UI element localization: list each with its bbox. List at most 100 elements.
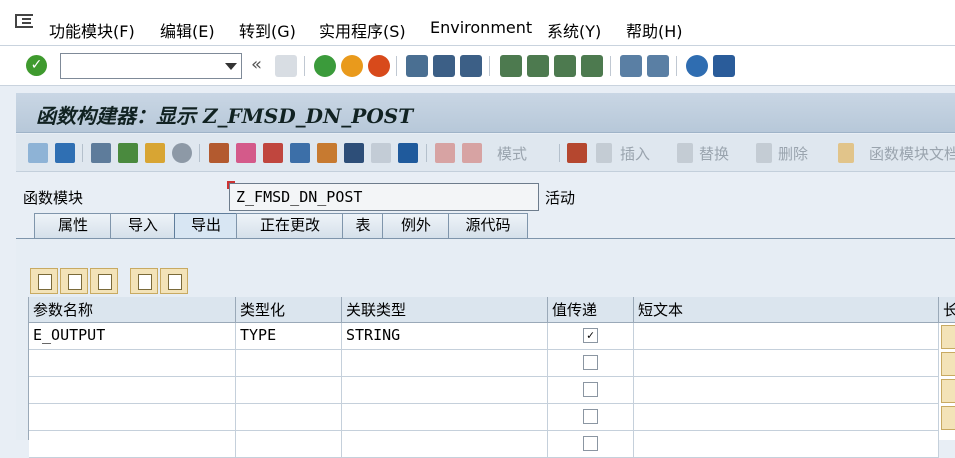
menu-help[interactable]: 帮助(H) — [626, 18, 683, 42]
shortcut-icon[interactable] — [647, 55, 669, 77]
tab-export[interactable]: 导出 — [174, 213, 238, 238]
tab-import[interactable]: 导入 — [110, 213, 176, 238]
activate-icon[interactable] — [145, 143, 165, 163]
pass-by-value-cell — [548, 404, 634, 431]
short-text-cell[interactable] — [634, 323, 939, 350]
tab-source-code[interactable]: 源代码 — [448, 213, 528, 238]
display-change-icon[interactable] — [91, 143, 111, 163]
column-header-pass-by-value[interactable]: 值传递 — [548, 297, 634, 323]
associated-type-cell[interactable] — [342, 377, 548, 404]
long-text-button[interactable] — [941, 352, 955, 376]
long-text-button[interactable] — [941, 325, 955, 349]
forward-arrow-icon[interactable] — [55, 143, 75, 163]
list-icon[interactable] — [371, 143, 391, 163]
pattern-icon[interactable] — [236, 143, 256, 163]
menu-system[interactable]: 系统(Y) — [547, 18, 601, 42]
typing-cell[interactable]: TYPE — [236, 323, 342, 350]
column-header-associated-type[interactable]: 关联类型 — [342, 297, 548, 323]
hierarchy-icon[interactable] — [317, 143, 337, 163]
function-module-field[interactable]: Z_FMSD_DN_POST — [227, 181, 539, 211]
associated-type-cell[interactable] — [342, 431, 548, 458]
short-text-cell[interactable] — [634, 431, 939, 458]
delete-icon — [756, 143, 772, 163]
replace-button[interactable]: 替换 — [699, 143, 729, 163]
last-page-icon[interactable] — [581, 55, 603, 77]
object-list-icon[interactable] — [209, 143, 229, 163]
associated-type-cell[interactable] — [342, 404, 548, 431]
menu-function-module[interactable]: 功能模块(F) — [49, 18, 135, 42]
delete-button[interactable]: 删除 — [778, 143, 808, 163]
pass-by-value-checkbox[interactable] — [583, 382, 598, 397]
where-used-icon[interactable] — [172, 143, 192, 163]
column-header-typing[interactable]: 类型化 — [236, 297, 342, 323]
long-text-button[interactable] — [941, 406, 955, 430]
pretty-printer-icon[interactable] — [263, 143, 283, 163]
menu-environment[interactable]: Environment — [430, 18, 532, 37]
column-header-parameter-name[interactable]: 参数名称 — [29, 297, 236, 323]
layout-menu-icon[interactable] — [713, 55, 735, 77]
column-header-long-text[interactable]: 长 — [939, 297, 955, 323]
function-module-doc-button[interactable]: 函数模块文档 — [869, 143, 955, 163]
pass-by-value-checkbox[interactable]: ✓ — [583, 328, 598, 343]
copy-row-icon[interactable] — [60, 268, 88, 294]
insert-button[interactable]: 插入 — [620, 143, 650, 163]
insert-row-icon[interactable] — [130, 268, 158, 294]
short-text-cell[interactable] — [634, 350, 939, 377]
next-page-icon[interactable] — [554, 55, 576, 77]
tab-attributes[interactable]: 属性 — [34, 213, 112, 238]
cut-row-icon[interactable] — [30, 268, 58, 294]
mode-button[interactable]: 模式 — [497, 143, 527, 163]
associated-type-cell[interactable] — [342, 350, 548, 377]
parameter-name-cell[interactable] — [29, 377, 236, 404]
menu-goto[interactable]: 转到(G) — [239, 18, 296, 42]
info-icon[interactable] — [398, 143, 418, 163]
exit-icon[interactable] — [341, 55, 363, 77]
tab-exceptions[interactable]: 例外 — [382, 213, 450, 238]
collapse-command-field-icon[interactable]: « — [251, 54, 262, 75]
long-text-button[interactable] — [941, 379, 955, 403]
save-icon[interactable] — [275, 55, 297, 77]
parameter-name-cell[interactable]: E_OUTPUT — [29, 323, 236, 350]
parameter-name-cell[interactable] — [29, 431, 236, 458]
command-field[interactable] — [60, 53, 242, 79]
stack-icon[interactable] — [344, 143, 364, 163]
test-icon[interactable] — [435, 143, 455, 163]
menu-edit[interactable]: 编辑(E) — [160, 18, 215, 42]
parameter-name-cell[interactable] — [29, 350, 236, 377]
navigation-icon[interactable] — [290, 143, 310, 163]
find-next-icon[interactable] — [460, 55, 482, 77]
associated-type-cell[interactable]: STRING — [342, 323, 548, 350]
parameter-table: 参数名称 类型化 关联类型 值传递 短文本 长 E_OUTPUT TYPE ST… — [28, 297, 955, 458]
first-page-icon[interactable] — [500, 55, 522, 77]
typing-cell[interactable] — [236, 350, 342, 377]
print-icon[interactable] — [406, 55, 428, 77]
cancel-icon[interactable] — [368, 55, 390, 77]
tab-changing[interactable]: 正在更改 — [236, 213, 344, 238]
debug-icon[interactable] — [462, 143, 482, 163]
pass-by-value-checkbox[interactable] — [583, 436, 598, 451]
column-header-short-text[interactable]: 短文本 — [634, 297, 939, 323]
short-text-cell[interactable] — [634, 404, 939, 431]
pass-by-value-checkbox[interactable] — [583, 355, 598, 370]
pass-by-value-checkbox[interactable] — [583, 409, 598, 424]
typing-cell[interactable] — [236, 377, 342, 404]
window-menu-icon[interactable] — [15, 14, 33, 28]
tab-tables[interactable]: 表 — [342, 213, 384, 238]
new-session-icon[interactable] — [620, 55, 642, 77]
enter-check-icon[interactable]: ✓ — [26, 55, 47, 76]
typing-cell[interactable] — [236, 431, 342, 458]
typing-cell[interactable] — [236, 404, 342, 431]
menu-utilities[interactable]: 实用程序(S) — [319, 18, 406, 42]
back-icon[interactable] — [314, 55, 336, 77]
parameter-name-cell[interactable] — [29, 404, 236, 431]
previous-page-icon[interactable] — [527, 55, 549, 77]
short-text-cell[interactable] — [634, 377, 939, 404]
check-icon[interactable] — [118, 143, 138, 163]
delete-row-icon[interactable] — [160, 268, 188, 294]
enhance-icon[interactable] — [567, 143, 587, 163]
command-history-dropdown-icon[interactable] — [225, 63, 237, 70]
paste-row-icon[interactable] — [90, 268, 118, 294]
find-icon[interactable] — [433, 55, 455, 77]
back-arrow-icon[interactable] — [28, 143, 48, 163]
help-icon[interactable] — [686, 55, 708, 77]
